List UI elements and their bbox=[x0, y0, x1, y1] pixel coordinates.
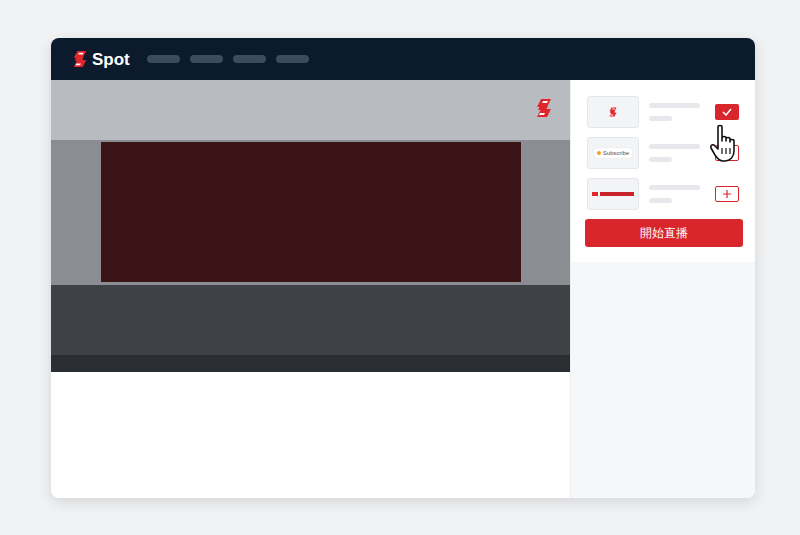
stage-backdrop bbox=[101, 142, 521, 282]
workspace: Subscribe 開始直播 bbox=[51, 80, 755, 498]
overlay-panel: Subscribe 開始直播 bbox=[570, 80, 755, 498]
overlay-row bbox=[585, 96, 743, 128]
spot-logo-icon bbox=[71, 50, 89, 68]
brand-name: Spot bbox=[92, 51, 130, 68]
overlay-list: Subscribe 開始直播 bbox=[571, 80, 755, 262]
banner-tag bbox=[592, 192, 598, 196]
overlay-row: Subscribe bbox=[585, 137, 743, 169]
start-live-label: 開始直播 bbox=[640, 225, 688, 241]
overlay-info bbox=[649, 185, 703, 203]
overlay-thumbnail bbox=[587, 96, 639, 128]
subscribe-badge: Subscribe bbox=[594, 148, 633, 158]
subscribe-label: Subscribe bbox=[603, 149, 630, 157]
title-placeholder bbox=[649, 185, 700, 190]
nav-item[interactable] bbox=[276, 55, 309, 63]
stage-roof bbox=[51, 80, 570, 140]
nav-item[interactable] bbox=[190, 55, 223, 63]
overlay-info bbox=[649, 144, 703, 162]
hand-cursor-icon bbox=[709, 124, 745, 164]
subtitle-placeholder bbox=[649, 198, 672, 203]
plus-icon bbox=[723, 190, 731, 198]
watermark-logo-icon bbox=[534, 98, 554, 118]
banner-preview bbox=[592, 192, 634, 196]
title-placeholder bbox=[649, 144, 700, 149]
nav-menu bbox=[147, 55, 309, 63]
title-placeholder bbox=[649, 103, 700, 108]
toggle-overlay-button[interactable] bbox=[715, 145, 739, 161]
preview-area bbox=[51, 80, 570, 498]
plus-icon bbox=[723, 149, 731, 157]
dot-icon bbox=[597, 151, 601, 155]
toggle-overlay-button[interactable] bbox=[715, 104, 739, 120]
subtitle-placeholder bbox=[649, 157, 672, 162]
start-live-button[interactable]: 開始直播 bbox=[585, 219, 743, 247]
logo-thumbnail-icon bbox=[608, 107, 618, 117]
top-bar: Spot bbox=[51, 38, 755, 80]
brand-logo[interactable]: Spot bbox=[71, 50, 130, 68]
video-preview bbox=[51, 80, 570, 372]
overlay-row bbox=[585, 178, 743, 210]
stage-edge bbox=[51, 355, 570, 372]
stage-floor bbox=[51, 285, 570, 355]
overlay-info bbox=[649, 103, 703, 121]
app-window: Spot Subscribe 開始直播 bbox=[51, 38, 755, 498]
toggle-overlay-button[interactable] bbox=[715, 186, 739, 202]
overlay-thumbnail bbox=[587, 178, 639, 210]
nav-item[interactable] bbox=[233, 55, 266, 63]
check-icon bbox=[722, 108, 732, 116]
nav-item[interactable] bbox=[147, 55, 180, 63]
banner-bar bbox=[600, 192, 634, 196]
overlay-thumbnail: Subscribe bbox=[587, 137, 639, 169]
subtitle-placeholder bbox=[649, 116, 672, 121]
